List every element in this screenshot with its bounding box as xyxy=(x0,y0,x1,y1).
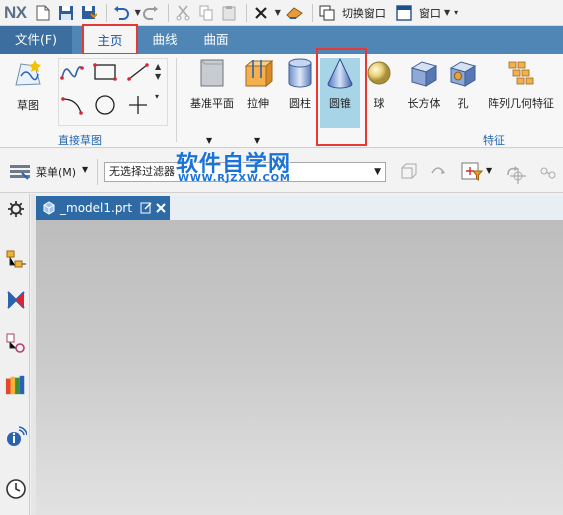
assembly-navigator-icon[interactable] xyxy=(5,249,27,271)
group-label-direct-sketch: 直接草图 xyxy=(58,134,102,147)
sphere-label: 球 xyxy=(373,97,385,110)
window-label[interactable]: 窗口 xyxy=(419,5,441,21)
switch-window-icon[interactable] xyxy=(317,3,337,23)
type-filter-value: 无选择过滤器 xyxy=(109,165,175,178)
cylinder-icon xyxy=(288,58,312,88)
save-icon[interactable] xyxy=(56,3,76,23)
part-navigator-icon[interactable] xyxy=(5,332,27,354)
cylinder-label: 圆柱 xyxy=(289,97,311,110)
block-label: 长方体 xyxy=(407,97,441,110)
ribbon-tab-bar: 文件(F) 曲线 曲面 主页 xyxy=(0,24,563,55)
paste-icon[interactable] xyxy=(219,3,239,23)
eraser-icon[interactable] xyxy=(285,3,305,23)
copy-icon[interactable] xyxy=(196,3,216,23)
pattern-geometry-icon xyxy=(508,61,534,85)
extrude-button[interactable]: 拉伸 xyxy=(238,58,278,111)
datum-plane-label: 基准平面 xyxy=(190,97,234,110)
sketch-button[interactable]: 草图 xyxy=(8,58,48,113)
sphere-icon xyxy=(367,61,391,85)
window-icon[interactable] xyxy=(394,3,414,23)
tab-curve[interactable]: 曲线 xyxy=(145,26,185,54)
document-tab-label: _model1.prt xyxy=(60,201,133,215)
separator xyxy=(105,3,107,22)
pattern-geometry-button[interactable]: 阵列几何特征 xyxy=(484,58,558,111)
group-separator xyxy=(176,58,177,142)
hole-button[interactable]: 孔 xyxy=(448,58,478,111)
general-selection-icon[interactable] xyxy=(426,161,450,183)
cut-icon[interactable] xyxy=(173,3,193,23)
nx-logo: NX xyxy=(4,2,27,22)
settings-gear-icon[interactable] xyxy=(5,198,27,220)
tab-file[interactable]: 文件(F) xyxy=(0,26,72,54)
document-tab-bar: _model1.prt xyxy=(36,196,563,220)
extrude-dropdown-icon[interactable]: ▼ xyxy=(254,136,260,145)
cylinder-button[interactable]: 圆柱 xyxy=(282,58,318,111)
undo-icon[interactable] xyxy=(111,3,131,23)
history-clock-icon[interactable] xyxy=(5,478,27,500)
reuse-library-icon[interactable] xyxy=(5,374,27,396)
part-file-icon xyxy=(43,201,55,215)
window-dropdown-icon[interactable]: ▼ xyxy=(444,8,450,17)
separator xyxy=(97,159,98,185)
document-tab[interactable]: _model1.prt xyxy=(36,196,170,220)
tab-home[interactable]: 主页 xyxy=(82,24,138,55)
hole-icon xyxy=(449,61,477,87)
sketch-curve-gallery xyxy=(58,58,168,126)
separator xyxy=(311,3,313,22)
filter-funnel-icon[interactable] xyxy=(460,161,484,183)
cone-annotation-box xyxy=(316,48,367,146)
extrude-icon xyxy=(244,59,274,88)
switch-window-label[interactable]: 切换窗口 xyxy=(342,5,386,21)
snap-curve-icon[interactable] xyxy=(536,161,560,183)
snap-settings-icon[interactable] xyxy=(396,161,420,183)
constraint-navigator-icon[interactable] xyxy=(5,289,27,311)
new-file-icon[interactable] xyxy=(33,3,53,23)
datum-plane-dropdown-icon[interactable]: ▼ xyxy=(206,136,212,145)
point-snap-icon[interactable] xyxy=(506,165,530,187)
modified-marker-icon xyxy=(140,202,152,214)
watermark-url: WWW.RJZXW.COM xyxy=(178,173,291,184)
datum-plane-icon xyxy=(200,59,224,87)
group-label-feature: 特征 xyxy=(483,134,505,147)
separator xyxy=(245,3,247,22)
delete-icon[interactable] xyxy=(251,3,271,23)
sketch-icon xyxy=(15,60,41,86)
menu-icon[interactable] xyxy=(8,161,32,183)
close-icon[interactable] xyxy=(156,203,166,213)
save-all-icon[interactable] xyxy=(79,3,99,23)
ribbon-panel: 草图 ▲ ▼ ▾ 直接草图 基准平面 ▼ 拉伸 ▼ 圆柱 圆锥 球 长方体 孔 … xyxy=(0,54,563,148)
datum-plane-button[interactable]: 基准平面 xyxy=(186,58,238,111)
redo-icon[interactable] xyxy=(141,3,161,23)
web-browser-icon[interactable] xyxy=(5,426,27,448)
hole-label: 孔 xyxy=(457,97,469,110)
menu-button-label[interactable]: 菜单(M) xyxy=(36,164,76,180)
tab-surface[interactable]: 曲面 xyxy=(196,26,236,54)
menu-dropdown-icon[interactable]: ▼ xyxy=(82,165,88,174)
sphere-button[interactable]: 球 xyxy=(364,58,394,111)
extrude-label: 拉伸 xyxy=(247,97,269,110)
customize-qat-icon[interactable]: ▾ xyxy=(454,8,458,17)
pattern-geometry-label: 阵列几何特征 xyxy=(488,97,554,110)
resource-bar xyxy=(0,194,30,515)
separator xyxy=(167,3,169,22)
chevron-down-icon: ▼ xyxy=(374,167,381,177)
graphics-viewport[interactable] xyxy=(36,220,563,515)
nx-window: NX ▼ ▼ 切换窗口 窗口 ▼ ▾ 文件(F) 曲线 曲面 主页 草图 ▲ ▼… xyxy=(0,0,563,515)
sketch-label: 草图 xyxy=(17,99,39,112)
filter-dropdown-icon[interactable]: ▼ xyxy=(486,166,492,175)
quick-access-toolbar: NX ▼ ▼ 切换窗口 窗口 ▼ ▾ xyxy=(0,0,563,26)
block-icon xyxy=(410,61,438,87)
delete-dropdown-icon[interactable]: ▼ xyxy=(275,8,281,17)
block-button[interactable]: 长方体 xyxy=(400,58,448,111)
